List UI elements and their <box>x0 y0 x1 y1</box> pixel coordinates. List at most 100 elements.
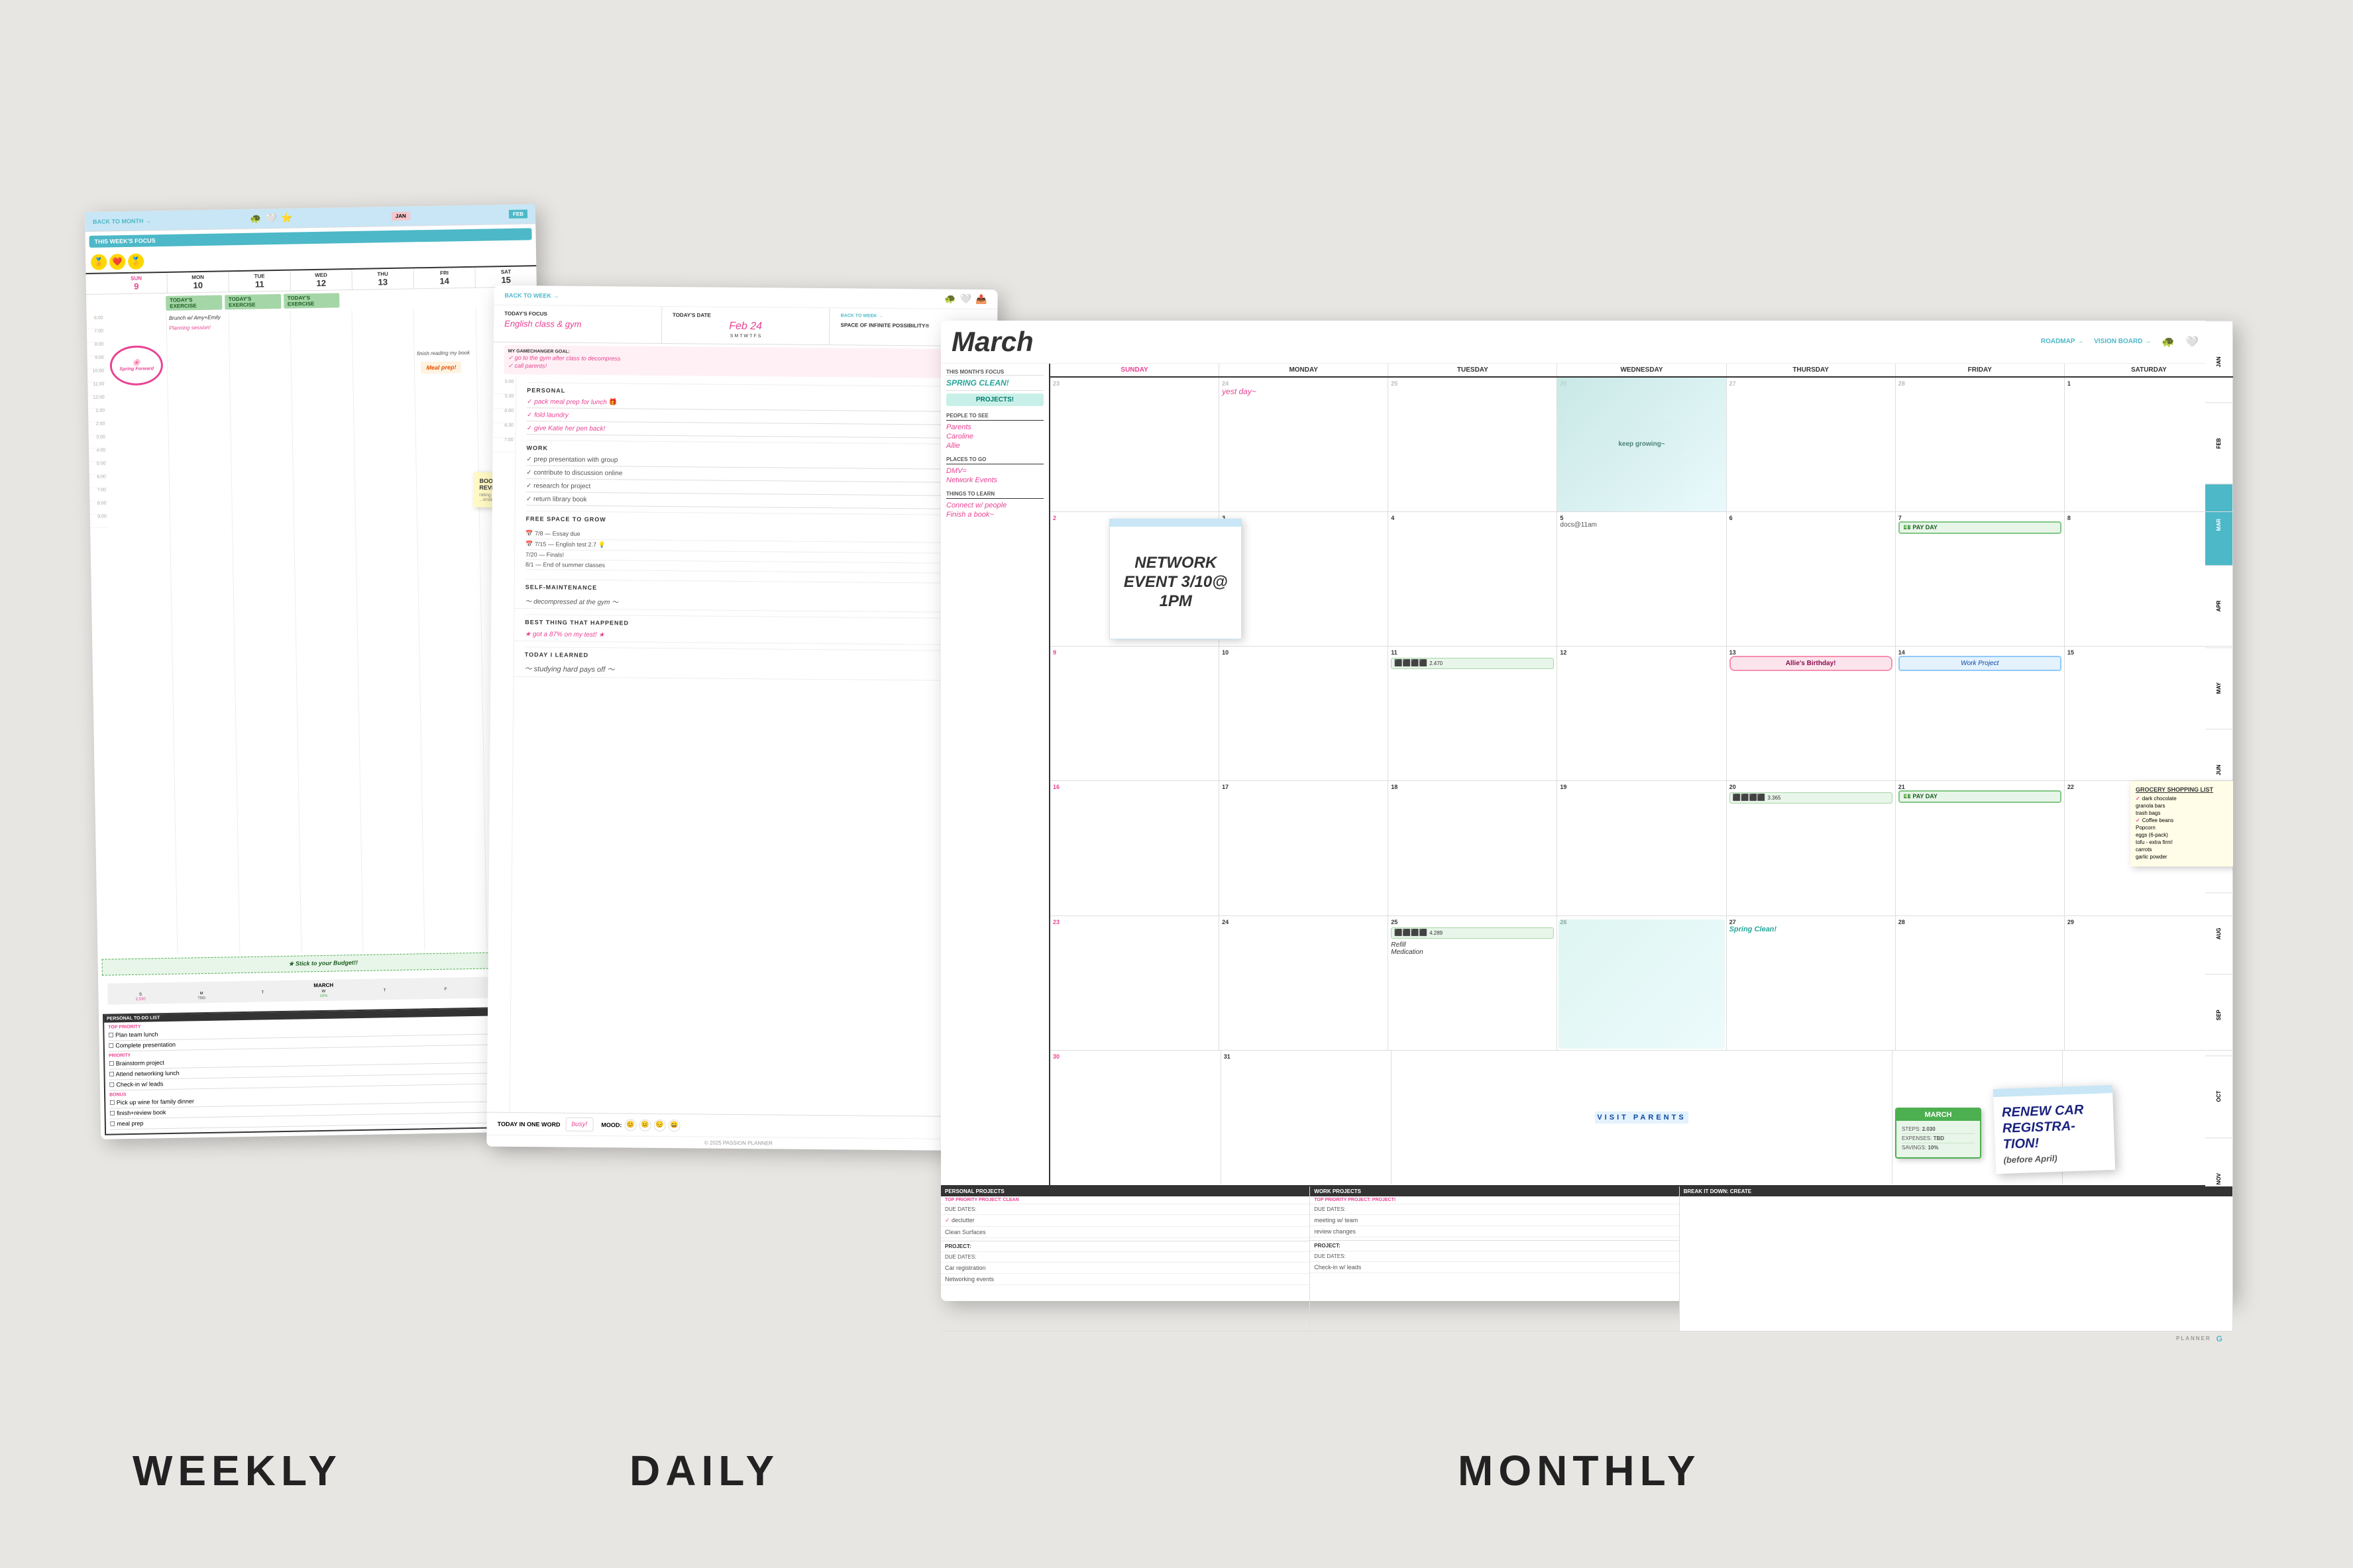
cal-header-tue: TUESDAY <box>1388 364 1557 376</box>
exercise-badge-mon: TODAY'S EXERCISE <box>165 294 223 311</box>
thing-2: Finish a book~ <box>946 511 1044 519</box>
weekly-day-thu: THU13 <box>352 268 414 289</box>
weekly-day-fri: FRI14 <box>413 267 476 288</box>
award-sticker-3: 🥇 <box>128 253 144 269</box>
payday-badge-1: 💵 PAY DAY <box>1898 521 2061 534</box>
march-goal-card: MARCH STEPS: 2.030 EXPENSES: TBD SAVINGS… <box>1895 1108 1981 1159</box>
back-to-week-nav[interactable]: BACK TO WEEK → <box>841 313 987 319</box>
cell-apr1: VISIT PARENTS <box>1392 1051 1892 1184</box>
cal-header-wed: WEDNESDAY <box>1557 364 1726 376</box>
cell-feb27: 27 <box>1727 378 1896 511</box>
one-word-section: TODAY IN ONE WORD busy! <box>498 1116 594 1131</box>
weekly-back-nav[interactable]: BACK TO MONTH → <box>93 217 151 225</box>
work-section: WORK ✓ prep presentation with group ✓ co… <box>516 440 997 509</box>
person-1: Parents <box>946 423 1044 431</box>
monthly-planner: March ROADMAP → VISION BOARD → 🐢 🤍 📤 JAN… <box>941 321 2233 1301</box>
cell-mar13: 13 Allie's Birthday! <box>1727 647 1896 780</box>
cal-header-sun: SUNDAY <box>1050 364 1219 376</box>
today-focus-label: TODAY'S FOCUS <box>504 310 651 317</box>
cell-mar21: 21 💵 PAY DAY <box>1896 781 2065 915</box>
cell-mar10: 10 <box>1219 647 1388 780</box>
monthly-icon-turtle: 🐢 <box>2161 335 2175 348</box>
daily-gamechanger: MY GAMECHANGER GOAL: ✓ go to the gym aft… <box>504 344 987 378</box>
cell-feb24: 24 yest day~ <box>1219 378 1388 511</box>
weekly-icon-turtle: 🐢 <box>250 213 262 224</box>
weekly-month-tab-jan: JAN <box>392 211 410 220</box>
weekly-mini-cal: MARCH SMTWTFS 2,030 TBD 10% <box>102 973 545 1008</box>
cell-mar23: 23 <box>1050 916 1219 1050</box>
cell-mar5: 5 docs@11am <box>1557 512 1726 646</box>
cell-mar25: 25 ⬛⬛⬛⬛ 4.289 RefillMedication <box>1388 916 1557 1050</box>
personal-section: PERSONAL ✓ pack meal prep for lunch 🎁 ✓ … <box>516 382 997 439</box>
free-space-section: FREE SPACE TO GROW 📅 7/8 — Essay due 📅 7… <box>515 511 996 578</box>
daily-back-nav[interactable]: BACK TO WEEK → <box>505 291 559 299</box>
personal-projects-col: PERSONAL PROJECTS TOP PRIORITY PROJECT: … <box>941 1186 1310 1331</box>
today-date-value: Feb 24 <box>673 320 819 333</box>
monthly-roadmap-nav[interactable]: ROADMAP → <box>2041 338 2083 345</box>
refill-medication: RefillMedication <box>1391 941 1554 956</box>
grocery-list: GROCERY SHOPPING LIST ✓ dark chocolate g… <box>2130 781 2233 866</box>
monthly-footer-g: G <box>2216 1334 2222 1343</box>
cell-mar9: 9 <box>1050 647 1219 780</box>
label-monthly: MONTHLY <box>1458 1446 1701 1495</box>
monthly-title: March <box>952 326 1034 358</box>
cell-feb23: 23 <box>1050 378 1219 511</box>
work-project-badge: Work Project <box>1898 656 2061 671</box>
person-2: Caroline <box>946 433 1044 441</box>
mood-section: MOOD: 😊 😐 😔 😄 <box>601 1118 680 1131</box>
cell-mar14: 14 Work Project <box>1896 647 2065 780</box>
cell-mar19: 19 <box>1557 781 1726 915</box>
monthly-vision-nav[interactable]: VISION BOARD → <box>2094 338 2151 345</box>
weekly-icon-star: ⭐ <box>281 212 293 223</box>
weekly-month-tab-feb: FEB <box>509 209 527 218</box>
cell-mar27: 27 Spring Clean! <box>1727 916 1896 1050</box>
daily-icon-share: 📤 <box>975 293 987 305</box>
mood-happy[interactable]: 😊 <box>624 1118 636 1130</box>
payday-badge-2: 💵 PAY DAY <box>1898 790 2061 803</box>
people-title: PEOPLE TO SEE <box>946 413 1044 421</box>
monthly-bottom-section: PERSONAL PROJECTS TOP PRIORITY PROJECT: … <box>941 1185 2233 1331</box>
mood-neutral[interactable]: 😐 <box>639 1119 651 1131</box>
monthly-focus-title: THIS MONTH'S FOCUS <box>946 369 1044 376</box>
person-3: Allie <box>946 442 1044 450</box>
weekly-icon-heart: 🤍 <box>265 212 277 223</box>
cell-mar24: 24 <box>1219 916 1388 1050</box>
weekly-brunch-note: Brunch w/ Amy+Emily <box>167 312 229 323</box>
daily-icon-heart: 🤍 <box>960 293 972 304</box>
main-container: BACK TO MONTH → 🐢 🤍 ⭐ JAN FEB THIS WEEK'… <box>0 0 2353 1568</box>
cal-header-fri: FRIDAY <box>1896 364 2065 376</box>
mood-sad[interactable]: 😔 <box>653 1119 665 1131</box>
place-1: DMV= <box>946 467 1044 475</box>
weekly-planning-note: Planning session! <box>167 322 229 333</box>
cell-mar6: 6 <box>1727 512 1896 646</box>
weekly-meal-prep: Meal prep! <box>415 357 476 377</box>
cell-mar31: 31 <box>1221 1051 1392 1184</box>
weekly-day-mon: MON10 <box>167 272 229 293</box>
monthly-icon-heart: 🤍 <box>2185 335 2199 348</box>
weekly-day-wed: WED12 <box>290 270 353 291</box>
cell-feb26: 26 keep growing~ <box>1557 378 1726 511</box>
cell-mar7: 7 💵 PAY DAY <box>1896 512 2065 646</box>
cell-mar16: 16 <box>1050 781 1219 915</box>
weekly-day-tue: TUE11 <box>229 270 291 291</box>
today-focus-value: English class & gym <box>504 318 651 329</box>
cell-mar30: 30 <box>1050 1051 1221 1184</box>
work-projects-col: WORK PROJECTS TOP PRIORITY PROJECT: PROJ… <box>1310 1186 1679 1331</box>
exercise-badge-wed: TODAY'S EXERCISE <box>283 292 341 309</box>
cell-mar12: 12 <box>1557 647 1726 780</box>
things-title: THINGS TO LEARN <box>946 491 1044 499</box>
weekly-planner: BACK TO MONTH → 🐢 🤍 ⭐ JAN FEB THIS WEEK'… <box>85 204 551 1139</box>
label-weekly: WEEKLY <box>133 1446 342 1495</box>
monthly-focus-value: SPRING CLEAN! <box>946 378 1044 388</box>
birthday-badge: Allie's Birthday! <box>1729 656 1892 671</box>
weekly-todo-box: PERSONAL TO-DO LIST TOP PRIORITY ☐ Plan … <box>103 1006 547 1135</box>
weekly-focus-box: THIS WEEK'S FOCUS <box>89 228 531 248</box>
one-word-value[interactable]: busy! <box>565 1117 593 1131</box>
self-maintenance-section: SELF-MAINTENANCE 〜 decompressed at the g… <box>514 578 995 612</box>
cal-header-thu: THURSDAY <box>1727 364 1896 376</box>
award-sticker-2: ❤️ <box>109 253 125 269</box>
places-title: PLACES TO GO <box>946 456 1044 464</box>
mood-excited[interactable]: 😄 <box>668 1119 680 1131</box>
best-thing-section: BEST THING THAT HAPPENED ★ got a 87% on … <box>514 613 995 645</box>
cell-mar17: 17 <box>1219 781 1388 915</box>
